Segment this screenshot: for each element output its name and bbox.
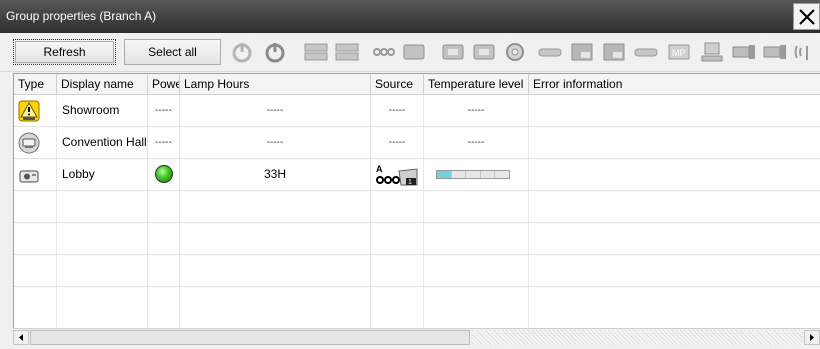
hdmi1-input-icon[interactable]	[633, 40, 659, 64]
power-on-indicator	[155, 165, 173, 183]
power-cell	[148, 159, 180, 190]
window-title: Group properties (Branch A)	[6, 9, 157, 23]
source-cell: -----	[371, 127, 424, 158]
column-header-display-name[interactable]: Display name	[57, 74, 148, 94]
empty-row	[14, 255, 820, 287]
usb-input-icon[interactable]	[537, 40, 563, 64]
display-name-cell: Showroom	[57, 95, 148, 126]
display-name-cell: Lobby	[57, 159, 148, 190]
source-cell: -----	[371, 95, 424, 126]
error-cell	[529, 159, 820, 190]
close-button[interactable]	[793, 3, 820, 30]
type-cell	[14, 127, 57, 158]
table-row[interactable]: Showroom ----- ----- ----- -----	[14, 95, 820, 127]
screen1-icon[interactable]	[731, 40, 757, 64]
empty-row	[14, 223, 820, 255]
temperature-cell	[424, 159, 529, 190]
empty-row	[14, 191, 820, 223]
horizontal-scrollbar[interactable]	[13, 328, 820, 346]
error-cell	[529, 127, 820, 158]
temperature-segment	[495, 171, 509, 178]
temperature-segment	[481, 171, 496, 178]
group-properties-window: Group properties (Branch A) Refresh Sele…	[0, 0, 820, 349]
standby-projector-icon	[18, 132, 40, 154]
temperature-segment	[466, 171, 481, 178]
video-input-icon[interactable]	[371, 40, 397, 64]
computer2-input-icon[interactable]	[334, 40, 360, 64]
temperature-cell: -----	[424, 95, 529, 126]
temperature-segment	[437, 171, 452, 178]
power-on-icon[interactable]	[229, 40, 255, 64]
component-input-icon[interactable]	[502, 40, 528, 64]
svg-text:MP: MP	[672, 48, 686, 58]
column-header-source[interactable]: Source	[371, 74, 424, 94]
network-input-icon[interactable]	[569, 40, 595, 64]
lamp-hours-cell: -----	[180, 127, 371, 158]
column-header-lamp-hours[interactable]: Lamp Hours	[180, 74, 371, 94]
mp-input-icon[interactable]: MP	[666, 40, 692, 64]
temperature-level-bar	[436, 170, 510, 179]
svg-text:1: 1	[408, 179, 412, 186]
column-header-temperature-level[interactable]: Temperature level	[424, 74, 529, 94]
temperature-cell: -----	[424, 127, 529, 158]
s-video-input-icon[interactable]	[401, 40, 427, 64]
refresh-button[interactable]: Refresh	[13, 39, 116, 65]
table-row[interactable]: Convention Hall ----- ----- ----- -----	[14, 127, 820, 159]
temperature-segment	[452, 171, 467, 178]
lamp-hours-cell: -----	[180, 95, 371, 126]
title-bar: Group properties (Branch A)	[0, 0, 820, 33]
column-header-power[interactable]: Power	[148, 74, 180, 94]
arrow-right-icon	[810, 334, 814, 341]
column-header-type[interactable]: Type	[14, 74, 57, 94]
power-cell: -----	[148, 127, 180, 158]
lan-input-icon[interactable]	[601, 40, 627, 64]
close-icon	[799, 9, 815, 25]
empty-row	[14, 287, 820, 329]
scrollbar-thumb[interactable]	[30, 330, 470, 345]
warning-projector-icon	[18, 100, 40, 122]
screen2-icon[interactable]	[762, 40, 788, 64]
display-name-cell: Convention Hall	[57, 127, 148, 158]
hdmi-input-icon[interactable]	[471, 40, 497, 64]
type-cell	[14, 159, 57, 190]
column-header-error-information[interactable]: Error information	[529, 74, 820, 94]
projector-grid: Type Display name Power Lamp Hours Sourc…	[13, 73, 820, 329]
error-cell	[529, 95, 820, 126]
wireless-icon[interactable]	[792, 40, 816, 64]
grid-header: Type Display name Power Lamp Hours Sourc…	[14, 74, 820, 95]
source-cell: A 1	[371, 159, 424, 190]
dvi-input-icon[interactable]	[440, 40, 466, 64]
computer1-source-icon: A 1	[376, 164, 418, 186]
select-all-button[interactable]: Select all	[124, 39, 221, 65]
svg-text:A: A	[376, 164, 383, 174]
arrow-left-icon	[19, 334, 23, 341]
toolbar: Refresh Select all MP	[0, 33, 820, 72]
computer1-input-icon[interactable]	[303, 40, 329, 64]
type-cell	[14, 95, 57, 126]
scrollbar-track[interactable]	[471, 330, 803, 345]
usb-display-icon[interactable]	[699, 40, 725, 64]
scroll-right-button[interactable]	[804, 330, 820, 345]
power-off-icon[interactable]	[262, 40, 288, 64]
power-cell: -----	[148, 95, 180, 126]
lamp-hours-cell: 33H	[180, 159, 371, 190]
scroll-left-button[interactable]	[13, 330, 29, 345]
table-row[interactable]: Lobby 33H A 1	[14, 159, 820, 191]
projector-icon	[19, 170, 39, 183]
